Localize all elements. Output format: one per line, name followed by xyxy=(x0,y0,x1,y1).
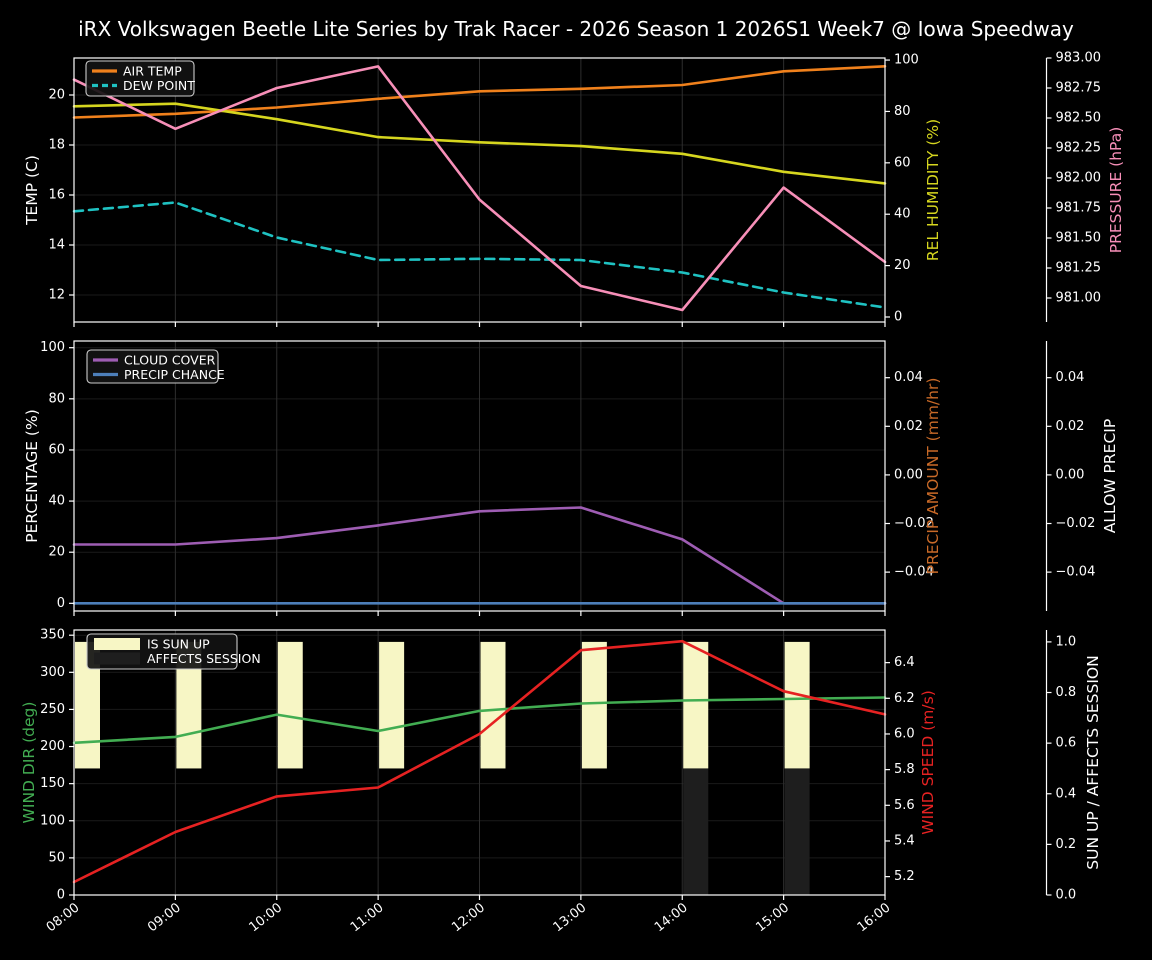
spd-tick-label: 5.6 xyxy=(894,798,915,813)
pct-tick-label: 40 xyxy=(48,494,65,509)
x-tick-label: 09:00 xyxy=(145,900,184,935)
pct-tick-label: 0 xyxy=(57,596,65,611)
air-temp-legend-label: AIR TEMP xyxy=(123,64,182,79)
amt-tick-label: 0.04 xyxy=(894,370,923,385)
wind-panel: 0 50 100 150 200 250 300 350 WIND DIR (deg) 5.2 5.… xyxy=(20,628,1102,936)
is-sun-up-bar xyxy=(784,641,810,769)
pct-tick-label: 20 xyxy=(48,545,65,560)
dir-tick-label: 100 xyxy=(40,813,65,828)
spd-tick-label: 6.4 xyxy=(894,655,915,670)
rh-tick-label: 60 xyxy=(894,155,911,170)
is-sun-up-bar xyxy=(683,641,709,769)
is-sun-up-legend-swatch xyxy=(94,638,140,650)
temp-tick-label: 12 xyxy=(48,288,65,303)
rh-tick-label: 80 xyxy=(894,104,911,119)
allow-tick-label: −0.04 xyxy=(1056,565,1096,580)
spd-tick-label: 5.8 xyxy=(894,762,915,777)
press-tick-label: 982.50 xyxy=(1056,111,1102,126)
pressure-hpa-axis-label: PRESSURE (hPa) xyxy=(1107,127,1125,254)
amt-tick-label: 0.00 xyxy=(894,467,923,482)
spd-tick-label: 6.2 xyxy=(894,691,915,706)
dir-tick-label: 200 xyxy=(40,739,65,754)
temp-tick-label: 14 xyxy=(48,238,65,253)
is-sun-up-bar xyxy=(277,641,303,769)
affects-session-legend-label: AFFECTS SESSION xyxy=(147,651,261,666)
is-sun-up-bar xyxy=(379,641,405,769)
precip-amount-mm-hr-axis-label: PRECIP AMOUNT (mm/hr) xyxy=(924,378,942,575)
x-tick-label: 11:00 xyxy=(348,900,387,935)
x-tick-label: 16:00 xyxy=(855,900,894,935)
temp-tick-label: 18 xyxy=(48,138,65,153)
press-tick-label: 983.00 xyxy=(1056,51,1102,66)
temp-panel: 12 14 16 18 20 TEMP (C) 0 20 40 60 80 100 REL HUMIDI… xyxy=(23,51,1125,327)
pct-tick-label: 100 xyxy=(40,340,65,355)
sun-tick-label: 0.6 xyxy=(1056,736,1077,751)
dir-tick-label: 150 xyxy=(40,776,65,791)
sun-tick-label: 0.0 xyxy=(1056,888,1077,903)
temp-c-axis-label: TEMP (C) xyxy=(23,155,41,226)
dir-tick-label: 350 xyxy=(40,628,65,643)
rh-tick-label: 100 xyxy=(894,53,919,68)
pct-tick-label: 60 xyxy=(48,442,65,457)
is-sun-up-bar xyxy=(480,641,506,769)
allow-tick-label: −0.02 xyxy=(1056,516,1096,531)
press-tick-label: 982.25 xyxy=(1056,141,1102,156)
dew-point-legend-label: DEW POINT xyxy=(123,78,195,93)
is-sun-up-legend-label: IS SUN UP xyxy=(147,637,210,652)
is-sun-up-bar xyxy=(581,641,607,769)
weather-forecast-chart: 12 14 16 18 20 TEMP (C) 0 20 40 60 80 100 REL HUMIDI… xyxy=(20,51,1125,936)
press-tick-label: 981.50 xyxy=(1056,231,1102,246)
dir-tick-label: 0 xyxy=(57,888,65,903)
dir-tick-label: 50 xyxy=(48,850,65,865)
temp-tick-label: 16 xyxy=(48,188,65,203)
x-tick-label: 13:00 xyxy=(551,900,590,935)
x-tick-label: 10:00 xyxy=(246,900,285,935)
figure: iRX Volkswagen Beetle Lite Series by Tra… xyxy=(0,0,1152,960)
wind-speed-m-s-axis-label: WIND SPEED (m/s) xyxy=(919,690,937,834)
legend: AIR TEMPDEW POINT xyxy=(85,60,195,97)
rh-tick-label: 40 xyxy=(894,207,911,222)
affects-session-bar xyxy=(784,768,810,895)
sun-tick-label: 0.8 xyxy=(1056,685,1077,700)
precip-panel: 0 20 40 60 80 100 PERCENTAGE (%) −0.04 −0.02 0.00… xyxy=(23,340,1119,616)
allow-tick-label: 0.02 xyxy=(1056,419,1085,434)
x-tick-label: 08:00 xyxy=(44,900,83,935)
legend: CLOUD COVERPRECIP CHANCE xyxy=(86,349,225,384)
temp-tick-label: 20 xyxy=(48,88,65,103)
legend: IS SUN UPAFFECTS SESSION xyxy=(86,633,261,670)
spd-tick-label: 5.4 xyxy=(894,833,915,848)
press-tick-label: 981.75 xyxy=(1056,201,1102,216)
rel-humidity-axis-label: REL HUMIDITY (%) xyxy=(924,119,942,261)
press-tick-label: 981.00 xyxy=(1056,291,1102,306)
sun-tick-label: 0.2 xyxy=(1056,837,1077,852)
rh-tick-label: 20 xyxy=(894,258,911,273)
press-tick-label: 982.75 xyxy=(1056,81,1102,96)
sun-tick-label: 1.0 xyxy=(1056,634,1077,649)
press-tick-label: 981.25 xyxy=(1056,261,1102,276)
affects-session-legend-swatch xyxy=(94,652,140,665)
dir-tick-label: 300 xyxy=(40,665,65,680)
x-tick-label: 15:00 xyxy=(753,900,792,935)
press-tick-label: 982.00 xyxy=(1056,171,1102,186)
affects-session-bar xyxy=(683,768,709,895)
figure-title: iRX Volkswagen Beetle Lite Series by Tra… xyxy=(78,17,1074,41)
x-tick-label: 14:00 xyxy=(652,900,691,935)
sun-tick-label: 0.4 xyxy=(1056,786,1077,801)
rh-tick-label: 0 xyxy=(894,309,902,324)
allow-tick-label: 0.00 xyxy=(1056,467,1085,482)
sun-up-affects-session-axis-label: SUN UP / AFFECTS SESSION xyxy=(1084,655,1102,869)
precip-chance-legend-label: PRECIP CHANCE xyxy=(124,367,225,382)
pct-tick-label: 80 xyxy=(48,391,65,406)
dir-tick-label: 250 xyxy=(40,702,65,717)
amt-tick-label: 0.02 xyxy=(894,419,923,434)
spd-tick-label: 5.2 xyxy=(894,869,915,884)
percentage-axis-label: PERCENTAGE (%) xyxy=(23,409,41,543)
x-tick-label: 12:00 xyxy=(449,900,488,935)
allow-precip-axis-label: ALLOW PRECIP xyxy=(1101,419,1119,533)
cloud-cover-legend-label: CLOUD COVER xyxy=(124,353,216,368)
spd-tick-label: 6.0 xyxy=(894,726,915,741)
wind-dir-deg-axis-label: WIND DIR (deg) xyxy=(20,702,38,824)
allow-tick-label: 0.04 xyxy=(1056,370,1085,385)
